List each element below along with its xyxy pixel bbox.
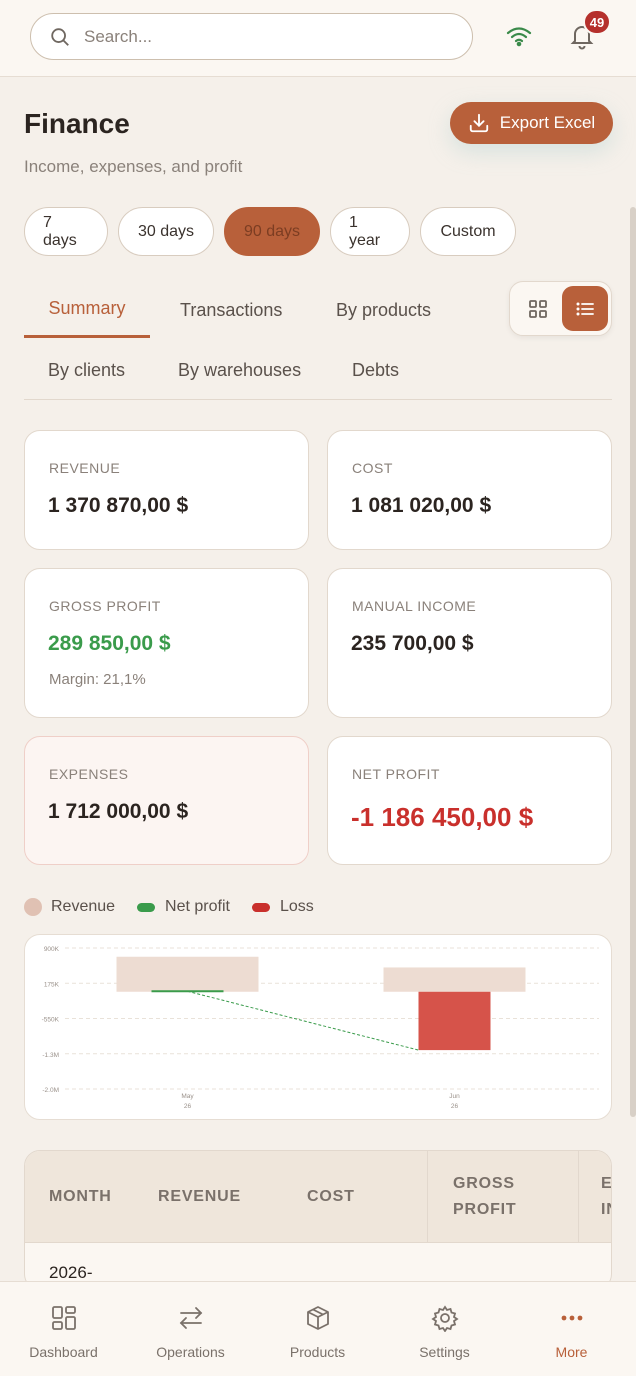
tabs-row-1: Summary Transactions By products (24, 282, 504, 338)
range-90-days[interactable]: 90 days (224, 207, 320, 256)
cost-value: 1 081 020,00 $ (351, 494, 492, 517)
net-profit-card: NET PROFIT -1 186 450,00 $ (327, 736, 612, 865)
monthly-table: MONTH REVENUE COST GROSS PROFIT E IN 202… (24, 1150, 612, 1290)
margin-note: Margin: 21,1% (49, 671, 146, 688)
legend-net-profit: Net profit (165, 898, 230, 915)
tab-debts[interactable]: Debts (352, 342, 399, 398)
net-profit-swatch (137, 902, 156, 912)
nav-dashboard-label: Dashboard (29, 1344, 98, 1360)
more-icon (561, 1315, 582, 1321)
column-divider (578, 1151, 579, 1243)
page-title: Finance (24, 108, 130, 139)
arrows-icon (179, 1307, 202, 1329)
export-label: Export Excel (499, 113, 596, 132)
box-icon (306, 1306, 329, 1330)
y-tick-label: -550K (42, 1017, 60, 1024)
tab-transactions[interactable]: Transactions (180, 282, 282, 338)
manual-income-label: MANUAL INCOME (352, 598, 477, 614)
revenue-bar (383, 967, 526, 992)
gross-profit-value: 289 850,00 $ (48, 632, 171, 655)
cost-label: COST (352, 460, 393, 476)
range-selector: 7 days 30 days 90 days 1 year Custom (24, 207, 516, 256)
tabs-row-2: By clients By warehouses Debts (24, 342, 612, 400)
nav-operations[interactable]: Operations (127, 1282, 254, 1376)
cost-card: COST 1 081 020,00 $ (327, 430, 612, 550)
net-profit-line (187, 990, 419, 1051)
view-toggle (509, 281, 612, 336)
nav-settings-label: Settings (419, 1344, 470, 1360)
tab-summary[interactable]: Summary (24, 282, 150, 338)
x-tick-label: 26 (184, 1103, 192, 1110)
legend-revenue: Revenue (51, 898, 116, 915)
expenses-label: EXPENSES (49, 766, 129, 782)
expenses-value: 1 712 000,00 $ (48, 800, 189, 823)
page-subtitle: Income, expenses, and profit (24, 157, 243, 176)
nav-products-label: Products (289, 1344, 346, 1360)
gross-profit-label: GROSS PROFIT (49, 598, 161, 614)
nav-operations-label: Operations (156, 1344, 225, 1360)
revenue-label: REVENUE (49, 460, 121, 476)
nav-more-label: More (555, 1344, 588, 1360)
range-custom[interactable]: Custom (420, 207, 516, 256)
th-gross-profit: GROSS PROFIT (453, 1175, 517, 1218)
manual-income-card: MANUAL INCOME 235 700,00 $ (327, 568, 612, 718)
wifi-icon (506, 27, 532, 47)
y-tick-label: 900K (44, 946, 60, 953)
x-tick-label: May (181, 1093, 194, 1100)
y-tick-label: -1.3M (42, 1052, 59, 1059)
x-tick-label: Jun (449, 1093, 460, 1100)
range-1-year[interactable]: 1 year (330, 207, 410, 256)
gross-profit-card: GROSS PROFIT 289 850,00 $ Margin: 21,1% (24, 568, 309, 718)
nav-dashboard[interactable]: Dashboard (0, 1282, 127, 1376)
net-profit-value: -1 186 450,00 $ (351, 802, 534, 832)
list-view-button[interactable] (562, 286, 608, 331)
grid-icon (529, 299, 547, 318)
table-header: MONTH REVENUE COST GROSS PROFIT E IN (25, 1151, 612, 1243)
loss-swatch (251, 902, 270, 912)
search-input[interactable]: Search... (30, 13, 473, 60)
bottom-nav: Dashboard Operations Products Settings M… (0, 1281, 636, 1376)
search-icon (51, 27, 69, 46)
column-divider (427, 1151, 428, 1243)
th-truncated: E IN (601, 1175, 612, 1218)
tab-by-products[interactable]: By products (336, 282, 431, 338)
loss-bar (418, 991, 491, 1051)
list-icon (576, 302, 594, 315)
chart-legend: Revenue Net profit Loss (24, 898, 314, 916)
nav-more[interactable]: More (508, 1282, 635, 1376)
top-bar: Search... 49 (0, 0, 636, 77)
nav-products[interactable]: Products (254, 1282, 381, 1376)
revenue-swatch (24, 898, 42, 916)
grid-view-button[interactable] (515, 286, 561, 331)
range-7-days[interactable]: 7 days (24, 207, 108, 256)
y-tick-label: -2.0M (42, 1087, 59, 1094)
tab-by-warehouses[interactable]: By warehouses (178, 342, 301, 398)
expenses-card: EXPENSES 1 712 000,00 $ (24, 736, 309, 865)
legend-loss: Loss (279, 898, 314, 915)
finance-chart: 900K 175K -550K -1.3M -2.0M May 26 Jun 26 (24, 934, 612, 1120)
net-profit-label: NET PROFIT (352, 766, 440, 782)
manual-income-value: 235 700,00 $ (351, 632, 474, 655)
x-tick-label: 26 (451, 1103, 459, 1110)
th-cost: COST (307, 1188, 355, 1205)
table-cell-month: 2026- (49, 1263, 93, 1282)
th-revenue: REVENUE (158, 1188, 241, 1205)
notification-badge: 49 (583, 9, 611, 35)
scrollbar[interactable] (630, 207, 636, 1117)
search-placeholder: Search... (84, 26, 153, 46)
nav-settings[interactable]: Settings (381, 1282, 508, 1376)
dashboard-icon (51, 1306, 76, 1330)
download-icon (469, 113, 488, 133)
th-month: MONTH (49, 1188, 112, 1205)
revenue-card: REVENUE 1 370 870,00 $ (24, 430, 309, 550)
range-30-days[interactable]: 30 days (118, 207, 214, 256)
gear-icon (430, 1305, 459, 1332)
export-excel-button[interactable]: Export Excel (450, 102, 613, 144)
revenue-bar (116, 956, 259, 992)
revenue-value: 1 370 870,00 $ (48, 494, 189, 517)
y-tick-label: 175K (44, 981, 60, 988)
chart-svg: 900K 175K -550K -1.3M -2.0M May 26 Jun 26 (42, 946, 599, 1110)
tab-by-clients[interactable]: By clients (48, 342, 125, 398)
